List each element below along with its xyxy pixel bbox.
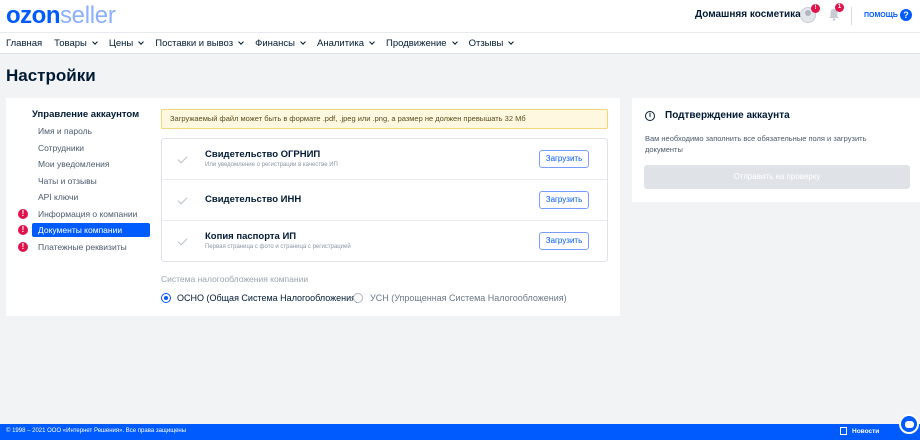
help-icon[interactable]: ? bbox=[900, 9, 912, 21]
sidebar-title: Управление аккаунтом bbox=[32, 109, 140, 120]
nav-item-label: Финансы bbox=[255, 37, 295, 49]
sidebar-item[interactable]: Платежные реквизиты bbox=[32, 240, 150, 254]
ozon-seller-logo[interactable]: ozon seller bbox=[6, 2, 116, 30]
nav-item-label: Товары bbox=[54, 37, 87, 49]
logo-suffix: seller bbox=[59, 2, 116, 29]
top-bar: ozon seller Домашняя косметика ! 1 ПОМОЩ… bbox=[0, 0, 920, 32]
chevron-down-icon bbox=[138, 38, 145, 45]
sidebar-item[interactable]: Мои уведомления bbox=[32, 157, 150, 171]
document-subtitle: Или уведомление о регистрации в качестве… bbox=[205, 162, 338, 168]
upload-button[interactable]: Загрузить bbox=[539, 232, 589, 250]
alert-icon: ! bbox=[18, 209, 28, 219]
nav-item[interactable]: Продвижение bbox=[386, 37, 458, 49]
nav-item[interactable]: Финансы bbox=[255, 37, 306, 49]
nav-item[interactable]: Главная bbox=[6, 38, 42, 49]
sidebar-item[interactable]: Документы компании bbox=[32, 223, 150, 237]
document-row: Копия паспорта ИП Первая страница с фото … bbox=[162, 221, 607, 262]
settings-card: Управление аккаунтом Имя и пароль Сотрудн… bbox=[6, 98, 620, 316]
chat-icon bbox=[905, 421, 914, 428]
nav-item-label: Цены bbox=[108, 37, 134, 49]
sidebar-item[interactable]: Имя и пароль bbox=[32, 124, 150, 138]
chevron-down-icon bbox=[451, 38, 458, 45]
sidebar-item[interactable]: Информация о компании bbox=[32, 207, 150, 221]
verification-text: Вам необходимо заполнить все обязательны… bbox=[645, 134, 867, 154]
verification-card: i Подтверждение аккаунта Вам необходимо … bbox=[632, 98, 920, 202]
chevron-down-icon bbox=[508, 38, 515, 45]
documents-list: Свидетельство ОГРНИП Или уведомление о ре… bbox=[161, 138, 608, 262]
radio-usn-label[interactable]: УСН (Упрощенная Система Налогообложения) bbox=[370, 293, 567, 303]
nav-item[interactable]: Отзывы bbox=[468, 37, 515, 49]
verification-title: Подтверждение аккаунта bbox=[665, 110, 790, 121]
sidebar-item[interactable]: API ключи bbox=[32, 190, 150, 204]
chevron-down-icon bbox=[300, 38, 306, 45]
footer-copyright: © 1998 – 2021 ООО «Интернет Решения». Вс… bbox=[6, 428, 187, 434]
check-icon bbox=[177, 153, 188, 164]
check-icon bbox=[177, 235, 188, 246]
nav-item[interactable]: Цены bbox=[108, 37, 145, 49]
nav-item-label: Отзывы bbox=[468, 37, 504, 49]
sidebar-item[interactable]: Чаты и отзывы bbox=[32, 174, 150, 188]
nav-item-label: Продвижение bbox=[386, 37, 447, 49]
tax-system-label: Система налогообложения компании bbox=[161, 274, 309, 284]
help-link[interactable]: ПОМОЩЬ bbox=[864, 12, 898, 19]
page-title: Настройки bbox=[6, 66, 96, 85]
nav-item-label: Поставки и вывоз bbox=[155, 37, 234, 49]
nav-item[interactable]: Поставки и вывоз bbox=[155, 37, 244, 49]
nav-item[interactable]: Аналитика bbox=[316, 37, 375, 49]
document-title: Свидетельство ОГРНИП bbox=[205, 149, 321, 160]
document-row: Свидетельство ИНН Загрузить bbox=[162, 180, 607, 221]
news-icon bbox=[840, 427, 847, 435]
chat-button[interactable] bbox=[899, 414, 919, 434]
upload-button[interactable]: Загрузить bbox=[539, 150, 589, 168]
notifications-badge: 1 bbox=[835, 3, 844, 12]
chevron-down-icon bbox=[92, 38, 98, 45]
alert-icon: ! bbox=[18, 242, 28, 252]
document-row: Свидетельство ОГРНИП Или уведомление о ре… bbox=[162, 139, 607, 180]
radio-osno-label[interactable]: ОСНО (Общая Система Налогообложения) bbox=[177, 293, 359, 303]
news-link[interactable]: Новости bbox=[840, 427, 879, 435]
sidebar-item[interactable]: Сотрудники bbox=[32, 141, 150, 155]
header-divider bbox=[851, 7, 852, 25]
upload-button[interactable]: Загрузить bbox=[539, 191, 589, 209]
news-label: Новости bbox=[852, 427, 880, 435]
avatar-alert-badge: ! bbox=[811, 4, 820, 13]
logo-brand: ozon bbox=[6, 2, 60, 29]
store-name[interactable]: Домашняя косметика bbox=[695, 9, 801, 20]
radio-usn[interactable] bbox=[353, 293, 363, 303]
alert-icon: ! bbox=[18, 225, 28, 235]
file-format-warning: Загружаемый файл может быть в формате .p… bbox=[161, 109, 608, 129]
main-nav: Главная Товары Цены Поставки и вывоз Финансы… bbox=[0, 32, 920, 54]
chevron-down-icon bbox=[238, 38, 244, 45]
document-subtitle: Первая страница с фото и страница с реги… bbox=[205, 244, 351, 250]
submit-for-review-button[interactable]: Отправить на проверку bbox=[644, 165, 910, 189]
nav-item[interactable]: Товары bbox=[54, 37, 98, 49]
nav-item-label: Главная bbox=[6, 37, 43, 49]
document-title: Копия паспорта ИП bbox=[205, 231, 297, 242]
nav-item-label: Аналитика bbox=[316, 37, 365, 49]
radio-osno[interactable] bbox=[161, 293, 171, 303]
footer: © 1998 – 2021 ООО «Интернет Решения». Вс… bbox=[0, 424, 920, 440]
document-title: Свидетельство ИНН bbox=[205, 194, 302, 205]
check-icon bbox=[177, 194, 188, 205]
info-icon: i bbox=[645, 111, 655, 121]
chevron-down-icon bbox=[369, 38, 375, 45]
